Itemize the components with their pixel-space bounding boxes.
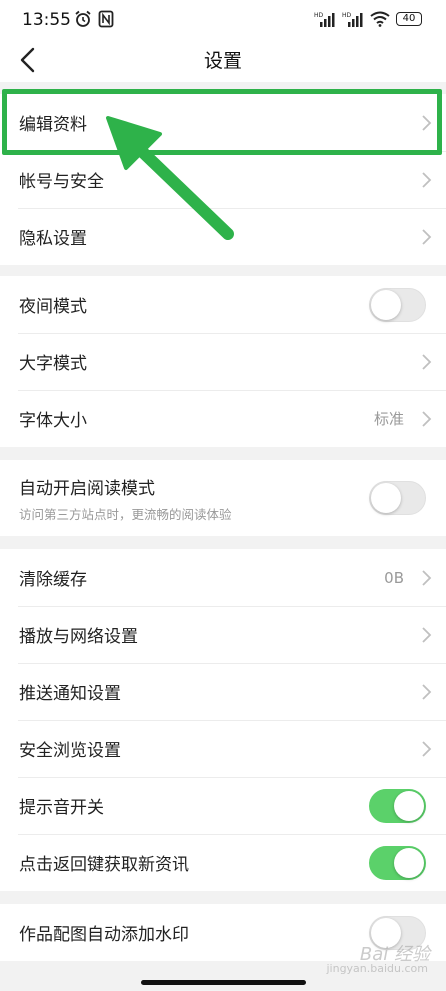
row-label: 点击返回键获取新资讯 — [19, 855, 189, 875]
settings-row-sound-toggle[interactable]: 提示音开关 — [0, 777, 446, 834]
watermark-url: jingyan.baidu.com — [326, 962, 428, 975]
nfc-icon — [98, 10, 114, 28]
chevron-right-icon — [422, 410, 432, 427]
settings-group-account: 编辑资料 帐号与安全 隐私设置 — [0, 94, 446, 265]
toggle-knob — [394, 790, 424, 821]
cache-size-value: 0B — [384, 568, 404, 587]
row-label: 提示音开关 — [19, 798, 104, 818]
sound-toggle[interactable] — [369, 788, 426, 823]
row-label: 作品配图自动添加水印 — [19, 925, 189, 945]
toggle-knob — [394, 847, 424, 878]
toggle-knob — [371, 483, 401, 513]
row-label: 播放与网络设置 — [19, 627, 138, 647]
chevron-right-icon — [422, 683, 432, 700]
row-label: 清除缓存 — [19, 570, 87, 590]
status-time: 13:55 — [22, 10, 71, 30]
settings-row-push-notifications[interactable]: 推送通知设置 — [0, 663, 446, 720]
svg-text:HD: HD — [314, 12, 324, 19]
svg-text:HD: HD — [342, 12, 352, 19]
top-nav-bar: 设置 — [0, 40, 446, 82]
status-bar: 13:55 HD HD 40 — [0, 0, 446, 40]
status-left-icons — [74, 10, 114, 28]
row-label: 编辑资料 — [19, 115, 87, 135]
signal-hd-icon-2: HD — [342, 12, 363, 27]
chevron-right-icon — [422, 740, 432, 757]
settings-row-large-text-mode[interactable]: 大字模式 — [0, 333, 446, 390]
row-label: 字体大小 — [19, 411, 87, 431]
chevron-right-icon — [422, 228, 432, 245]
signal-hd-icon: HD — [314, 12, 335, 27]
settings-row-back-refresh[interactable]: 点击返回键获取新资讯 — [0, 834, 446, 891]
row-subtitle: 访问第三方站点时，更流畅的阅读体验 — [19, 507, 232, 522]
settings-row-account-security[interactable]: 帐号与安全 — [0, 151, 446, 208]
settings-group-display: 夜间模式 大字模式 字体大小 标准 — [0, 276, 446, 447]
font-size-value: 标准 — [373, 410, 404, 428]
settings-row-edit-profile[interactable]: 编辑资料 — [0, 94, 446, 151]
row-label: 夜间模式 — [19, 297, 87, 317]
row-label: 推送通知设置 — [19, 684, 121, 704]
settings-row-playback-network[interactable]: 播放与网络设置 — [0, 606, 446, 663]
row-label: 大字模式 — [19, 354, 87, 374]
settings-row-font-size[interactable]: 字体大小 标准 — [0, 390, 446, 447]
settings-row-privacy[interactable]: 隐私设置 — [0, 208, 446, 265]
back-refresh-toggle[interactable] — [369, 845, 426, 880]
settings-group-general: 清除缓存 0B 播放与网络设置 推送通知设置 安全浏览设置 提示音开关 点击返回… — [0, 549, 446, 891]
battery-indicator: 40 — [396, 12, 422, 26]
settings-row-night-mode[interactable]: 夜间模式 — [0, 276, 446, 333]
row-label: 自动开启阅读模式 — [19, 479, 155, 499]
alarm-icon — [75, 10, 91, 27]
chevron-right-icon — [422, 171, 432, 188]
chevron-right-icon — [422, 626, 432, 643]
toggle-knob — [371, 289, 401, 320]
settings-row-clear-cache[interactable]: 清除缓存 0B — [0, 549, 446, 606]
chevron-right-icon — [422, 353, 432, 370]
chevron-right-icon — [422, 569, 432, 586]
settings-row-auto-reading-mode[interactable]: 自动开启阅读模式 访问第三方站点时，更流畅的阅读体验 — [0, 460, 446, 536]
settings-group-reading: 自动开启阅读模式 访问第三方站点时，更流畅的阅读体验 — [0, 460, 446, 536]
night-mode-toggle[interactable] — [369, 287, 426, 322]
wifi-icon — [370, 11, 390, 27]
row-label: 安全浏览设置 — [19, 741, 121, 761]
row-label: 帐号与安全 — [19, 172, 104, 192]
row-label: 隐私设置 — [19, 229, 87, 249]
auto-reading-mode-toggle[interactable] — [369, 481, 426, 515]
page-title: 设置 — [203, 50, 242, 72]
home-indicator[interactable] — [141, 980, 306, 985]
settings-row-safe-browsing[interactable]: 安全浏览设置 — [0, 720, 446, 777]
status-right-icons: HD HD 40 — [314, 11, 422, 27]
chevron-right-icon — [422, 114, 432, 131]
